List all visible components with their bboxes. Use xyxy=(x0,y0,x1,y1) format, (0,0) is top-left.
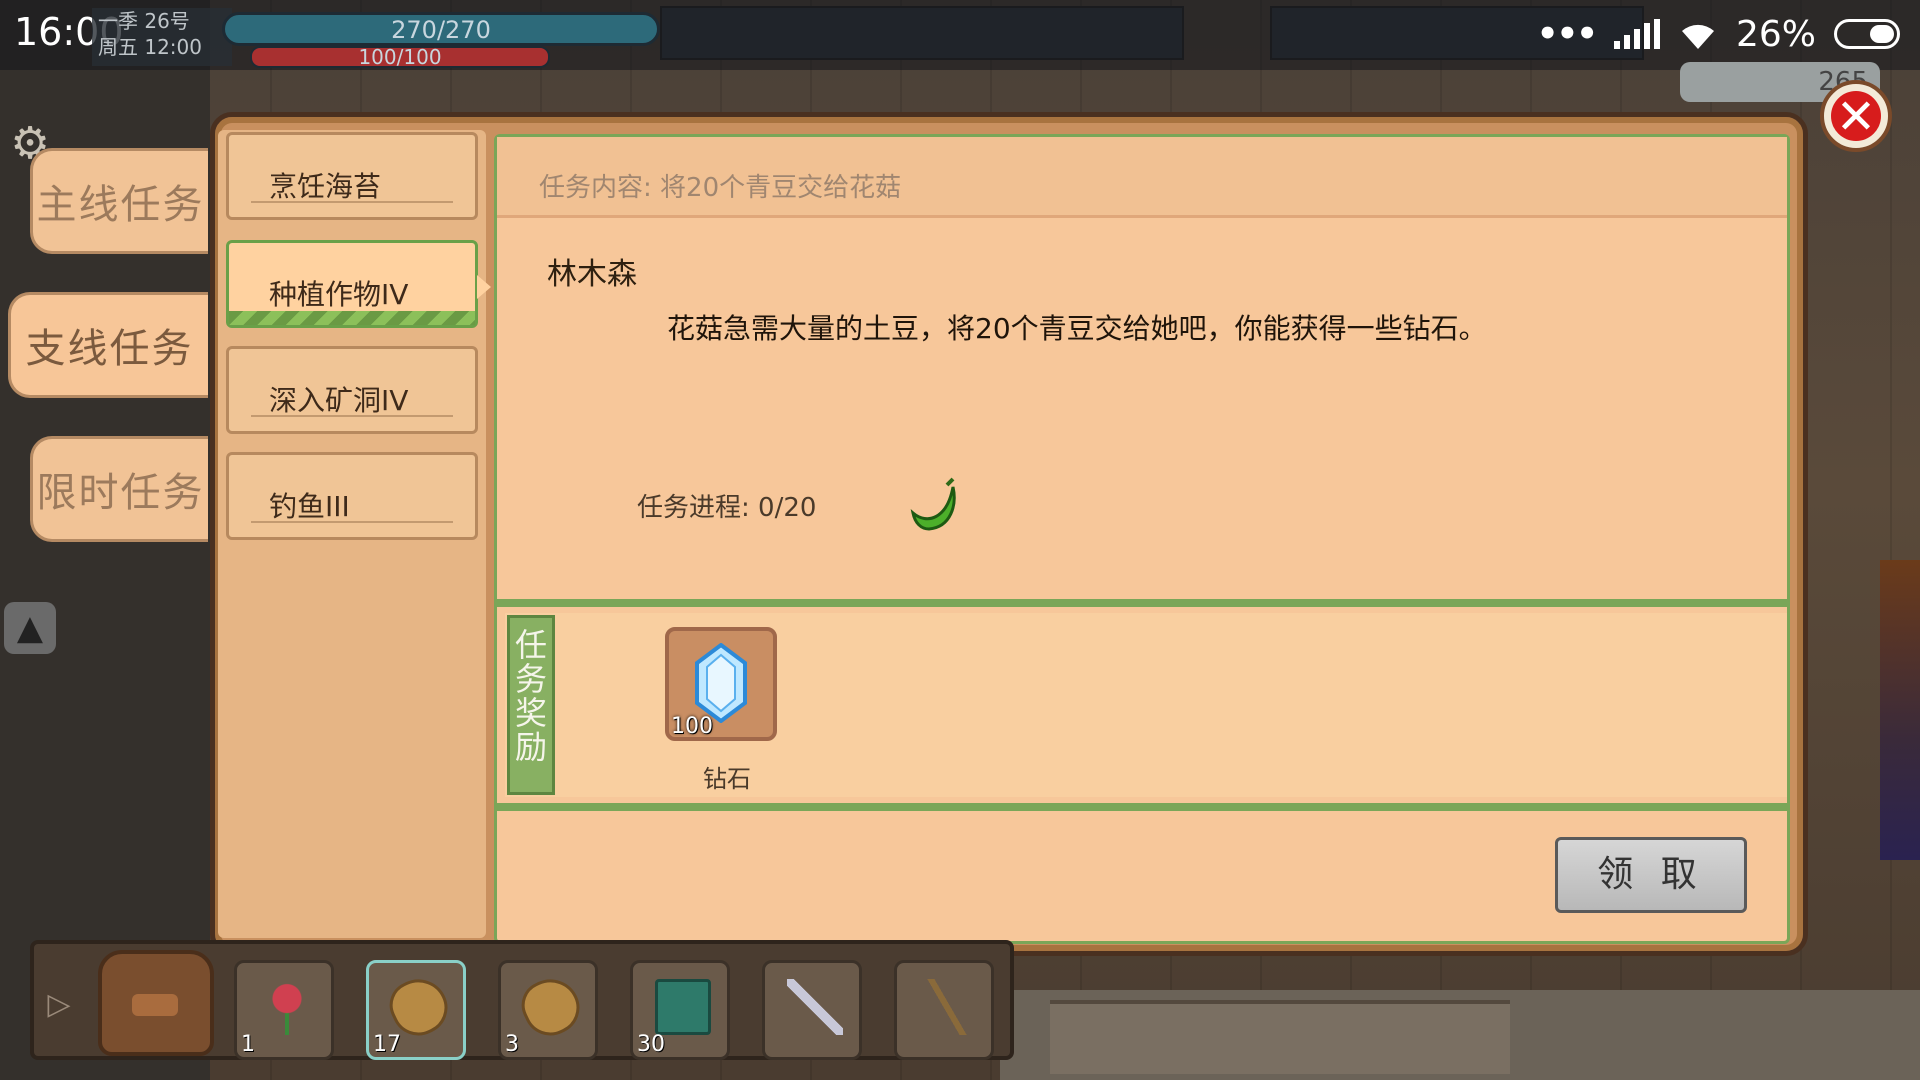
quest-item-fishing[interactable]: 钓鱼III xyxy=(226,452,478,540)
health-value: 270/270 xyxy=(391,16,491,44)
slot-count: 3 xyxy=(505,1032,519,1057)
battery-percent: 26% xyxy=(1735,13,1816,55)
close-icon: ✕ xyxy=(1835,89,1877,145)
tab-side-quest[interactable]: 支线任务 xyxy=(8,292,208,398)
rose-icon xyxy=(259,979,315,1035)
tab-timed-quest[interactable]: 限时任务 xyxy=(30,436,208,542)
slot-count: 17 xyxy=(373,1032,401,1057)
npc-name: 林木森 xyxy=(547,257,637,292)
signal-icon xyxy=(1613,19,1660,49)
wifi-icon xyxy=(1678,17,1718,51)
green-bean-icon xyxy=(910,477,956,531)
energy-value: 100/100 xyxy=(358,45,442,69)
date-weekday-time: 周五 12:00 xyxy=(98,35,202,59)
book-icon xyxy=(655,979,711,1035)
health-bar: 270/270 xyxy=(222,12,660,46)
fishing-rod-icon xyxy=(919,979,975,1035)
floor-panel xyxy=(1050,1000,1510,1074)
reward-slot[interactable]: 100 xyxy=(665,627,777,741)
game-date: 一季 26号 周五 12:00 xyxy=(92,8,232,66)
reward-bottom-divider xyxy=(497,803,1787,811)
close-button[interactable]: ✕ xyxy=(1820,80,1892,152)
selected-stripe xyxy=(229,311,475,325)
slot-count: 1 xyxy=(241,1032,255,1057)
tab-main-quest[interactable]: 主线任务 xyxy=(30,148,208,254)
hotbar-toggle-icon[interactable]: ▷ xyxy=(44,975,74,1035)
hotbar-slot[interactable] xyxy=(762,960,862,1060)
diamond-icon xyxy=(695,643,747,723)
quest-detail: 任务内容: 将20个青豆交给花菇 林木森 花菇急需大量的土豆，将20个青豆交给她… xyxy=(494,134,1790,944)
status-icons: ••• 26% xyxy=(1537,12,1900,56)
quest-item-label: 烹饪海苔 xyxy=(269,170,382,203)
claim-button[interactable]: 领 取 xyxy=(1555,837,1747,913)
hotbar-slot[interactable]: 1 xyxy=(234,960,334,1060)
reward-divider xyxy=(497,599,1787,607)
expand-up-icon[interactable]: ▲ xyxy=(4,602,56,654)
more-dots-icon: ••• xyxy=(1536,14,1598,54)
reward-name: 钻石 xyxy=(703,765,751,793)
energy-bar: 100/100 xyxy=(250,45,550,69)
quest-content-header: 任务内容: 将20个青豆交给花菇 xyxy=(497,137,1787,218)
quest-item-cooking[interactable]: 烹饪海苔 xyxy=(226,132,478,220)
quest-progress: 任务进程: 0/20 xyxy=(637,493,817,523)
sword-icon xyxy=(787,979,843,1035)
quest-item-label: 钓鱼III xyxy=(269,490,350,523)
reward-count: 100 xyxy=(671,714,713,739)
quest-content-text: 任务内容: 将20个青豆交给花菇 xyxy=(539,173,902,203)
right-scenery xyxy=(1880,560,1920,860)
battery-icon xyxy=(1834,19,1900,49)
backpack-icon[interactable] xyxy=(98,950,214,1056)
quest-item-label: 深入矿洞IV xyxy=(269,384,409,417)
hotbar-slot[interactable]: 3 xyxy=(498,960,598,1060)
slot-count: 30 xyxy=(637,1032,665,1057)
potato-icon xyxy=(513,969,589,1045)
quest-item-planting[interactable]: 种植作物IV xyxy=(226,240,491,328)
date-season: 一季 26号 xyxy=(98,9,190,33)
reward-label: 任务奖励 xyxy=(507,615,555,795)
hotbar-slot-selected[interactable]: 17 xyxy=(366,960,466,1060)
hotbar-slot[interactable] xyxy=(894,960,994,1060)
quest-item-mining[interactable]: 深入矿洞IV xyxy=(226,346,478,434)
selected-arrow-icon xyxy=(477,275,491,299)
hotbar-slot[interactable]: 30 xyxy=(630,960,730,1060)
quest-description: 花菇急需大量的土豆，将20个青豆交给她吧，你能获得一些钻石。 xyxy=(667,312,1487,345)
quest-item-label: 种植作物IV xyxy=(269,278,409,311)
